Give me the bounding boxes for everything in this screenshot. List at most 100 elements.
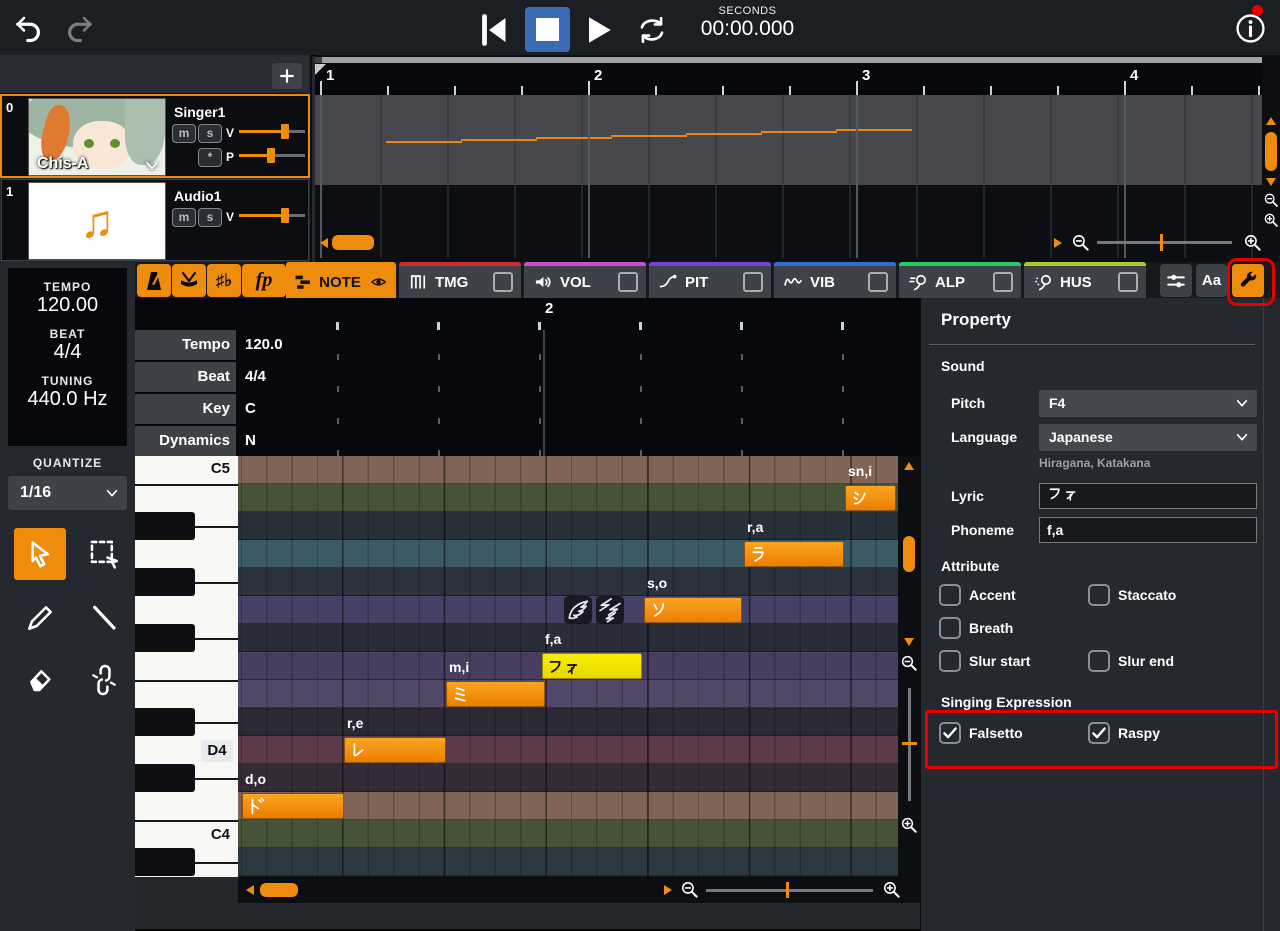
tab-checkbox[interactable]: [1118, 272, 1138, 292]
zoom-in-icon[interactable]: [1243, 233, 1262, 252]
tab-checkbox[interactable]: [868, 272, 888, 292]
zoom-slider[interactable]: [1097, 241, 1232, 244]
solo-button[interactable]: s: [198, 124, 222, 143]
language-select[interactable]: Japanese: [1039, 424, 1257, 451]
retake-button[interactable]: *: [198, 148, 222, 167]
tab-vol[interactable]: VOL: [524, 262, 646, 298]
stop-button[interactable]: [525, 7, 570, 52]
metronome-button[interactable]: [137, 264, 171, 297]
volume-slider[interactable]: [239, 207, 305, 224]
zoom-out-vertical-icon[interactable]: [1263, 192, 1279, 208]
solo-button[interactable]: s: [198, 208, 222, 227]
piano-roll[interactable]: ド d,o レ r,e ミ m,i ファ f,a ソ s,: [238, 456, 898, 877]
tab-pit[interactable]: PIT: [649, 262, 771, 298]
scroll-right-icon[interactable]: [662, 883, 674, 897]
hzoom-slider[interactable]: [706, 889, 873, 892]
track-row-singer[interactable]: 0 Chis-A Singer1 m s V * P: [2, 96, 308, 176]
unlink-tool[interactable]: [78, 654, 130, 706]
checkbox-raspy[interactable]: [1088, 722, 1110, 744]
tab-checkbox[interactable]: [618, 272, 638, 292]
playhead-marker[interactable]: [315, 64, 326, 75]
play-button[interactable]: [580, 12, 616, 48]
black-key[interactable]: [135, 848, 195, 876]
quantize-select[interactable]: 1/16: [8, 476, 127, 510]
note-d4[interactable]: レ: [344, 737, 446, 763]
checkbox-slur-end[interactable]: [1088, 650, 1110, 672]
hzoom-slider-thumb[interactable]: [786, 882, 789, 898]
mute-button[interactable]: m: [172, 208, 196, 227]
scroll-up-icon[interactable]: [1264, 115, 1278, 127]
timeline-seek-bar[interactable]: [315, 57, 1262, 63]
piano-keyboard[interactable]: C5 D4 C4: [135, 456, 238, 877]
loop-button[interactable]: [636, 14, 668, 46]
scroll-right-icon[interactable]: [1052, 236, 1064, 250]
drum-button[interactable]: [172, 264, 206, 297]
pitch-select[interactable]: F4: [1039, 390, 1257, 417]
black-key[interactable]: [135, 512, 195, 540]
mute-button[interactable]: m: [172, 124, 196, 143]
black-key[interactable]: [135, 624, 195, 652]
pan-slider[interactable]: [239, 147, 305, 164]
vzoom-slider-thumb[interactable]: [902, 742, 917, 745]
scroll-left-icon[interactable]: [318, 236, 330, 250]
black-key[interactable]: [135, 764, 195, 792]
tab-tmg[interactable]: TMG: [399, 262, 521, 298]
redo-button[interactable]: [64, 13, 94, 43]
volume-slider[interactable]: [239, 123, 305, 140]
tab-checkbox[interactable]: [993, 272, 1013, 292]
cursor-tool[interactable]: [14, 528, 66, 580]
checkbox-accent[interactable]: [939, 584, 961, 606]
text-style-button[interactable]: Aa: [1196, 264, 1227, 297]
note-b4[interactable]: シ: [845, 485, 896, 511]
black-key[interactable]: [135, 708, 195, 736]
tab-vib[interactable]: VIB: [774, 262, 896, 298]
tab-note[interactable]: NOTE: [286, 262, 396, 298]
tab-checkbox[interactable]: [493, 272, 513, 292]
checkbox-staccato[interactable]: [1088, 584, 1110, 606]
timeline-ruler[interactable]: 1234: [315, 64, 1262, 95]
eraser-tool[interactable]: [14, 654, 66, 706]
zoom-out-icon[interactable]: [680, 880, 699, 899]
note-f4[interactable]: ファ: [542, 653, 642, 679]
singer-avatar[interactable]: Chis-A: [28, 98, 166, 176]
scroll-down-icon[interactable]: [1264, 176, 1278, 188]
zoom-in-vertical-icon[interactable]: [1263, 212, 1279, 228]
tab-checkbox[interactable]: [743, 272, 763, 292]
lyric-input[interactable]: ファ: [1039, 483, 1257, 509]
vscroll-thumb[interactable]: [903, 536, 915, 572]
song-settings-box[interactable]: TEMPO 120.00 BEAT 4/4 TUNING 440.0 Hz: [8, 268, 127, 446]
zoom-out-icon[interactable]: [1071, 233, 1090, 252]
zoom-in-icon[interactable]: [882, 880, 901, 899]
tab-hus[interactable]: HUS: [1024, 262, 1146, 298]
tab-alp[interactable]: ALP: [899, 262, 1021, 298]
ruler-ticks[interactable]: [238, 322, 920, 330]
key-signature-button[interactable]: ♯♭: [207, 264, 241, 297]
checkbox-falsetto[interactable]: [939, 722, 961, 744]
wrench-button[interactable]: [1232, 264, 1264, 297]
audio-thumbnail[interactable]: ♫: [28, 182, 166, 260]
add-track-button[interactable]: [272, 63, 302, 89]
note-a4[interactable]: ラ: [744, 541, 844, 567]
note-g4[interactable]: ソ: [644, 597, 742, 623]
black-key[interactable]: [135, 568, 195, 596]
dynamics-button[interactable]: fp: [242, 264, 286, 297]
pencil-tool[interactable]: [14, 592, 66, 644]
voice-chevron-down-icon[interactable]: [143, 159, 161, 173]
undo-button[interactable]: [14, 13, 44, 43]
vscroll-thumb[interactable]: [1265, 132, 1277, 171]
zoom-slider-thumb[interactable]: [1160, 234, 1163, 251]
skip-to-start-button[interactable]: [477, 12, 513, 48]
eye-icon[interactable]: [369, 274, 388, 290]
scroll-left-icon[interactable]: [244, 883, 256, 897]
info-button[interactable]: [1235, 13, 1266, 44]
note-c4[interactable]: ド: [242, 793, 344, 819]
phoneme-input[interactable]: f,a: [1039, 517, 1257, 543]
hscroll-thumb[interactable]: [332, 235, 374, 250]
scroll-down-icon[interactable]: [902, 636, 916, 648]
singer-track-lane[interactable]: [315, 95, 1262, 185]
checkbox-slur-start[interactable]: [939, 650, 961, 672]
zoom-out-vertical-icon[interactable]: [900, 654, 918, 672]
hscroll-thumb[interactable]: [260, 883, 298, 897]
note-e4[interactable]: ミ: [446, 681, 545, 707]
line-tool[interactable]: [78, 592, 130, 644]
